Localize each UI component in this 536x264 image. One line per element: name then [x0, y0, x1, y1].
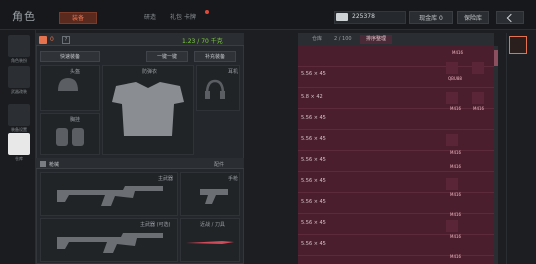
- ammo-label: 5.56 × 45: [301, 241, 326, 247]
- page-title: 角色: [12, 10, 36, 23]
- fill-equip-button[interactable]: 补充装备: [194, 51, 236, 62]
- weapon-icon: [40, 161, 46, 167]
- filter-all-icon[interactable]: [509, 36, 527, 54]
- item-badge: M416: [450, 254, 462, 259]
- rail-label: 仓库: [15, 156, 23, 161]
- stash-scroll-thumb[interactable]: [494, 50, 498, 66]
- ammo-label: 5.56 × 45: [301, 220, 326, 226]
- stash-cell[interactable]: [472, 62, 484, 74]
- stash-scrollbar[interactable]: [494, 46, 498, 264]
- item-badge: QBU88: [448, 76, 462, 81]
- stash-row: 5.56 × 45: [298, 130, 494, 151]
- weapons-header: [36, 158, 244, 169]
- item-badge: M416: [450, 212, 462, 217]
- rail-label: 角色装扮: [11, 58, 27, 63]
- stash-row: [298, 46, 494, 67]
- helmet-label: 头盔: [70, 69, 81, 75]
- stash-cell[interactable]: [446, 92, 458, 104]
- character-icon[interactable]: [8, 35, 30, 57]
- filter-misc-icon[interactable]: [509, 212, 527, 230]
- rifle-icon: [57, 233, 163, 253]
- tab-stash[interactable]: 仓库: [306, 35, 328, 44]
- melee-label: 近战 / 刀具: [200, 222, 225, 228]
- item-badge: M416: [473, 106, 485, 111]
- headset-icon: [205, 79, 225, 99]
- filter-rifle-icon[interactable]: [509, 138, 527, 156]
- item-badge: M416: [450, 192, 462, 197]
- currency-value: 225378: [352, 13, 375, 20]
- item-badge: M416: [450, 106, 462, 111]
- attachments-label: 配件: [214, 162, 225, 168]
- item-badge: M416: [450, 234, 462, 239]
- stash-row: 5.56 × 45: [298, 151, 494, 172]
- stash-row: 5.56 × 45: [298, 235, 494, 256]
- item-badge: M416: [450, 150, 462, 155]
- rail-label: 武器改装: [11, 89, 27, 94]
- notification-dot: [205, 10, 209, 14]
- armor-icon: [112, 82, 184, 136]
- ammo-label: 5.56 × 45: [301, 136, 326, 142]
- ammo-label: 5.56 × 45: [301, 199, 326, 205]
- ammo-label: 5.56 × 45: [301, 157, 326, 163]
- chest-rig-icon: [56, 128, 84, 146]
- tab-gifts[interactable]: 礼包 卡牌: [161, 12, 205, 24]
- weapon-mod-icon[interactable]: [8, 66, 30, 88]
- filter-ammo-icon[interactable]: [509, 178, 527, 196]
- ammo-label: 5.56 × 45: [301, 71, 326, 77]
- stash-row: 5.8 × 42: [298, 88, 494, 109]
- item-badge: M416: [452, 50, 464, 55]
- stash-cell[interactable]: [446, 62, 458, 74]
- help-icon[interactable]: ?: [62, 36, 70, 44]
- ammo-label: 5.8 × 42: [301, 94, 323, 100]
- stash-row: 5.56 × 45: [298, 193, 494, 214]
- stash-row: 5.56 × 45: [298, 214, 494, 235]
- ammo-label: 5.56 × 45: [301, 115, 326, 121]
- tab-equipment[interactable]: 装备: [59, 12, 97, 24]
- headset-label: 耳机: [228, 69, 239, 75]
- quick-equip-button[interactable]: 快速装备: [40, 51, 100, 62]
- one-key-button[interactable]: 一键一键: [146, 51, 188, 62]
- stash-row: 5.56 × 45: [298, 172, 494, 193]
- weight-indicator: 1.23 / 70 千克: [182, 38, 223, 45]
- stash-row: 5.56 × 45: [298, 67, 494, 88]
- weapons-section-label: 枪械: [49, 162, 60, 168]
- warehouse-icon[interactable]: [8, 133, 30, 155]
- item-badge: M416: [450, 164, 462, 169]
- stash-cell[interactable]: [446, 178, 458, 190]
- cash-stash-button[interactable]: 现金库 0: [409, 11, 453, 24]
- armor-label: 防弹衣: [142, 69, 158, 75]
- helmet-icon: [58, 78, 78, 91]
- bag-count: 0: [50, 36, 54, 43]
- pistol-label: 手枪: [228, 176, 239, 182]
- stash-capacity: 2 / 100: [334, 36, 352, 42]
- back-button[interactable]: [496, 11, 524, 24]
- stash-cell[interactable]: [472, 92, 484, 104]
- stash-cell[interactable]: [446, 220, 458, 232]
- safe-button[interactable]: 保险库: [457, 11, 489, 24]
- stash-cell[interactable]: [446, 134, 458, 146]
- knife-icon: [186, 241, 234, 244]
- stash-grid: 5.56 × 45 5.8 × 42 5.56 × 45 5.56 × 45 5…: [298, 46, 494, 264]
- bag-icon: [39, 36, 47, 44]
- pistol-icon: [200, 189, 228, 204]
- cash-icon: [336, 13, 348, 21]
- gear-set-icon[interactable]: [8, 104, 30, 126]
- filter-helmet-icon[interactable]: [509, 96, 527, 114]
- stash-row: 5.56 × 45: [298, 109, 494, 130]
- tab-sort[interactable]: 排序整理: [360, 35, 393, 44]
- rifle-icon: [57, 186, 163, 206]
- filter-gear-icon[interactable]: [509, 62, 527, 80]
- ammo-label: 5.56 × 45: [301, 178, 326, 184]
